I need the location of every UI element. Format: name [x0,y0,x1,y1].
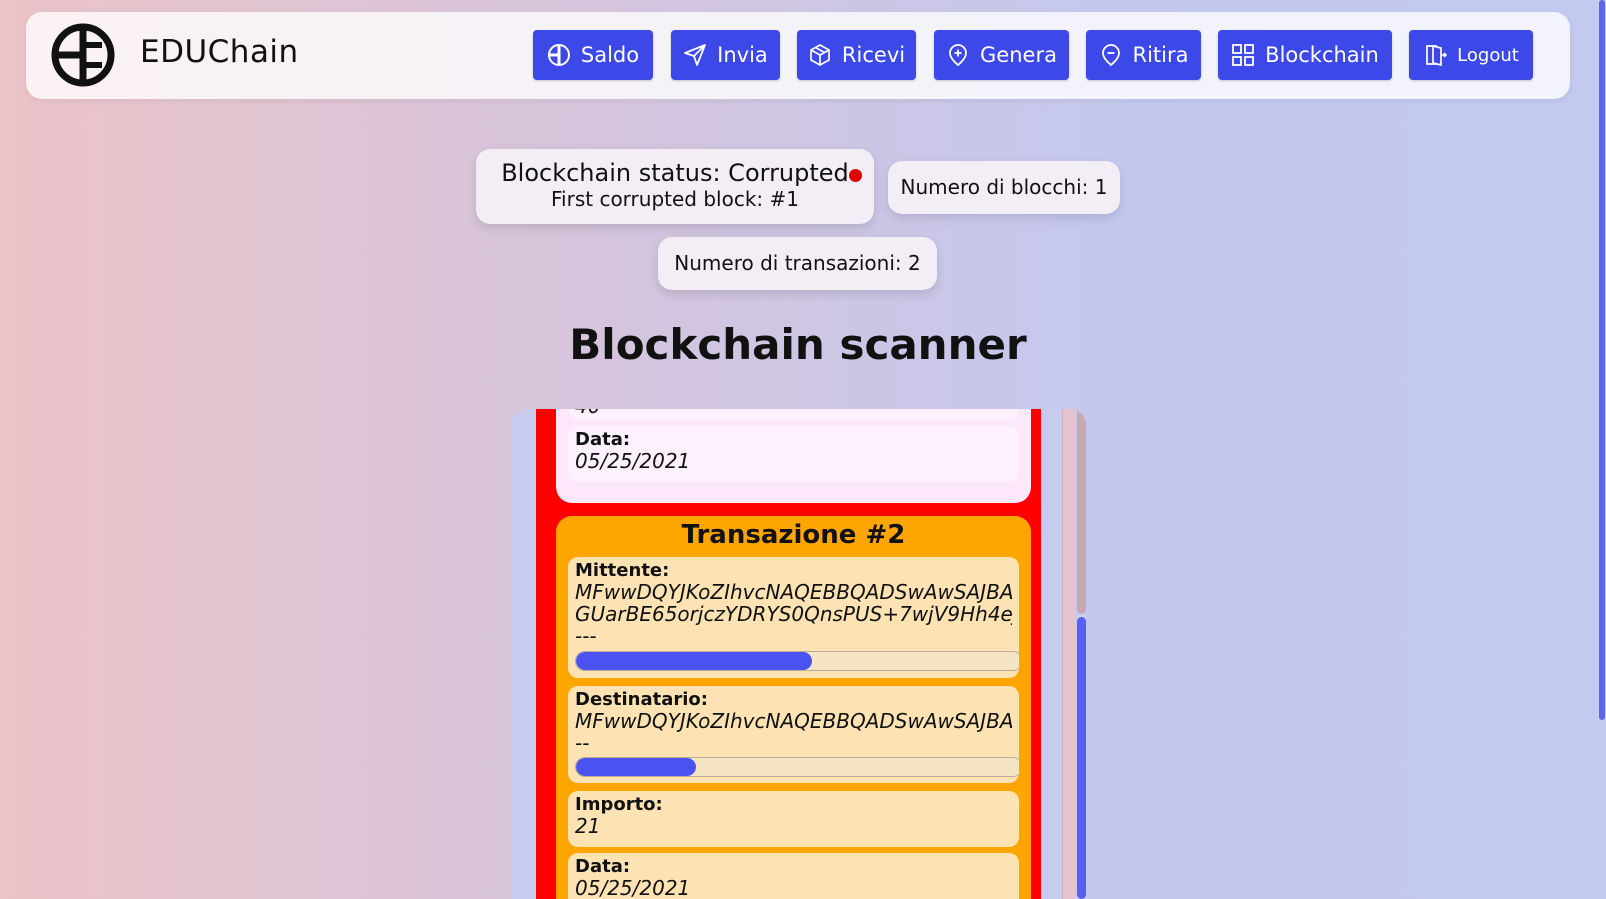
tx2-date-value: 05/25/2021 [575,877,691,899]
block-scroll-track[interactable] [1062,409,1075,899]
nav-blockchain-button[interactable]: Blockchain [1218,30,1392,80]
tx2-recipient-label: Destinatario: [575,689,708,710]
tx2-sender-key-line1: MFwwDQYJKoZIhvcNAQEBBQADSwAwSAJBAMpS [575,581,1012,603]
nav-ritira-button[interactable]: Ritira [1086,30,1201,80]
tx1-date-value: 05/25/2021 [575,450,691,472]
blockchain-status-text: Blockchain status: Corrupted [501,159,849,187]
nav-logout-label: Logout [1457,44,1519,66]
tx2-sender-field: Mittente: MFwwDQYJKoZIhvcNAQEBBQADSwAwSA… [568,557,1019,678]
transaction-card-2: Transazione #2 Mittente: MFwwDQYJKoZIhvc… [556,516,1031,899]
tx2-amount-field: Importo: 21 [568,791,1019,847]
minus-circle-icon [1101,44,1120,67]
logout-icon [1426,44,1448,67]
plus-circle-icon [949,44,967,67]
tx2-recipient-key-line1: MFwwDQYJKoZIhvcNAQEBBQADSwAwSAJBAKxs [575,710,1012,732]
tx2-amount-value: 21 [575,815,601,837]
tx2-date-label: Data: [575,856,631,877]
coin-icon [547,44,570,66]
tx1-date-field: Data: 05/25/2021 [568,426,1019,482]
tx2-recipient-field: Destinatario: MFwwDQYJKoZIhvcNAQEBBQADSw… [568,686,1019,783]
nav-saldo-label: Saldo [580,43,640,67]
block-count-badge: Numero di blocchi: 1 [888,161,1120,214]
tx1-date-label: Data: [575,429,631,450]
blockchain-status-card: Blockchain status: Corrupted First corru… [476,149,874,224]
page-title: Blockchain scanner [569,320,1027,369]
tx2-sender-scroll-bar[interactable] [575,651,1019,671]
transaction-count-badge: Numero di transazioni: 2 [658,237,937,290]
scanner-scrollbar-thumb[interactable] [1077,617,1086,899]
nav-genera-label: Genera [980,43,1057,67]
tx1-amount-value: 40 [575,409,1012,417]
send-icon [684,44,707,66]
tx2-sender-label: Mittente: [575,560,670,581]
app-brand[interactable]: EDUChain [140,34,299,70]
nav-genera-button[interactable]: Genera [934,30,1069,80]
page-scrollbar[interactable] [1598,0,1606,899]
tx2-sender-key-line2: GUarBE65orjczYDRYS0QnsPUS+7wjV9Hh4ejS [575,603,1012,625]
page-scrollbar-thumb[interactable] [1599,0,1605,720]
tx2-title: Transazione #2 [681,520,906,550]
tx2-sender-scroll-thumb[interactable] [576,652,813,670]
nav-ricevi-label: Ricevi [841,43,906,67]
nav-invia-button[interactable]: Invia [671,30,780,80]
tx2-date-field: Data: 05/25/2021 [568,853,1019,899]
tx2-amount-label: Importo: [575,794,663,815]
tx2-recipient-key-line2: -- [575,732,590,754]
corrupted-status-dot-icon [849,169,862,182]
nav-saldo-button[interactable]: Saldo [533,30,653,80]
box-icon [810,44,830,66]
tx2-sender-key-line3: --- [575,625,597,647]
tx2-recipient-scroll-thumb[interactable] [576,758,697,776]
tx2-recipient-scroll-bar[interactable] [575,757,1019,777]
grid-icon [1232,44,1255,66]
tx1-amount-field: 40 [568,409,1019,419]
nav-invia-label: Invia [717,43,768,67]
transaction-card-1: 40 Data: 05/25/2021 [556,409,1031,503]
nav-logout-button[interactable]: Logout [1409,30,1533,80]
blockchain-scanner-panel[interactable]: 40 Data: 05/25/2021 Transazione #2 Mitte… [511,409,1086,899]
nav-ritira-label: Ritira [1132,43,1189,67]
educhain-logo-icon[interactable] [50,22,116,88]
nav-ricevi-button[interactable]: Ricevi [797,30,916,80]
top-navbar: EDUChain Saldo Invia Ricevi Genera Ritir… [26,12,1570,99]
scanner-scrollbar-upper[interactable] [1077,409,1086,614]
first-corrupted-block-text: First corrupted block: #1 [551,187,799,211]
nav-blockchain-label: Blockchain [1265,43,1379,67]
